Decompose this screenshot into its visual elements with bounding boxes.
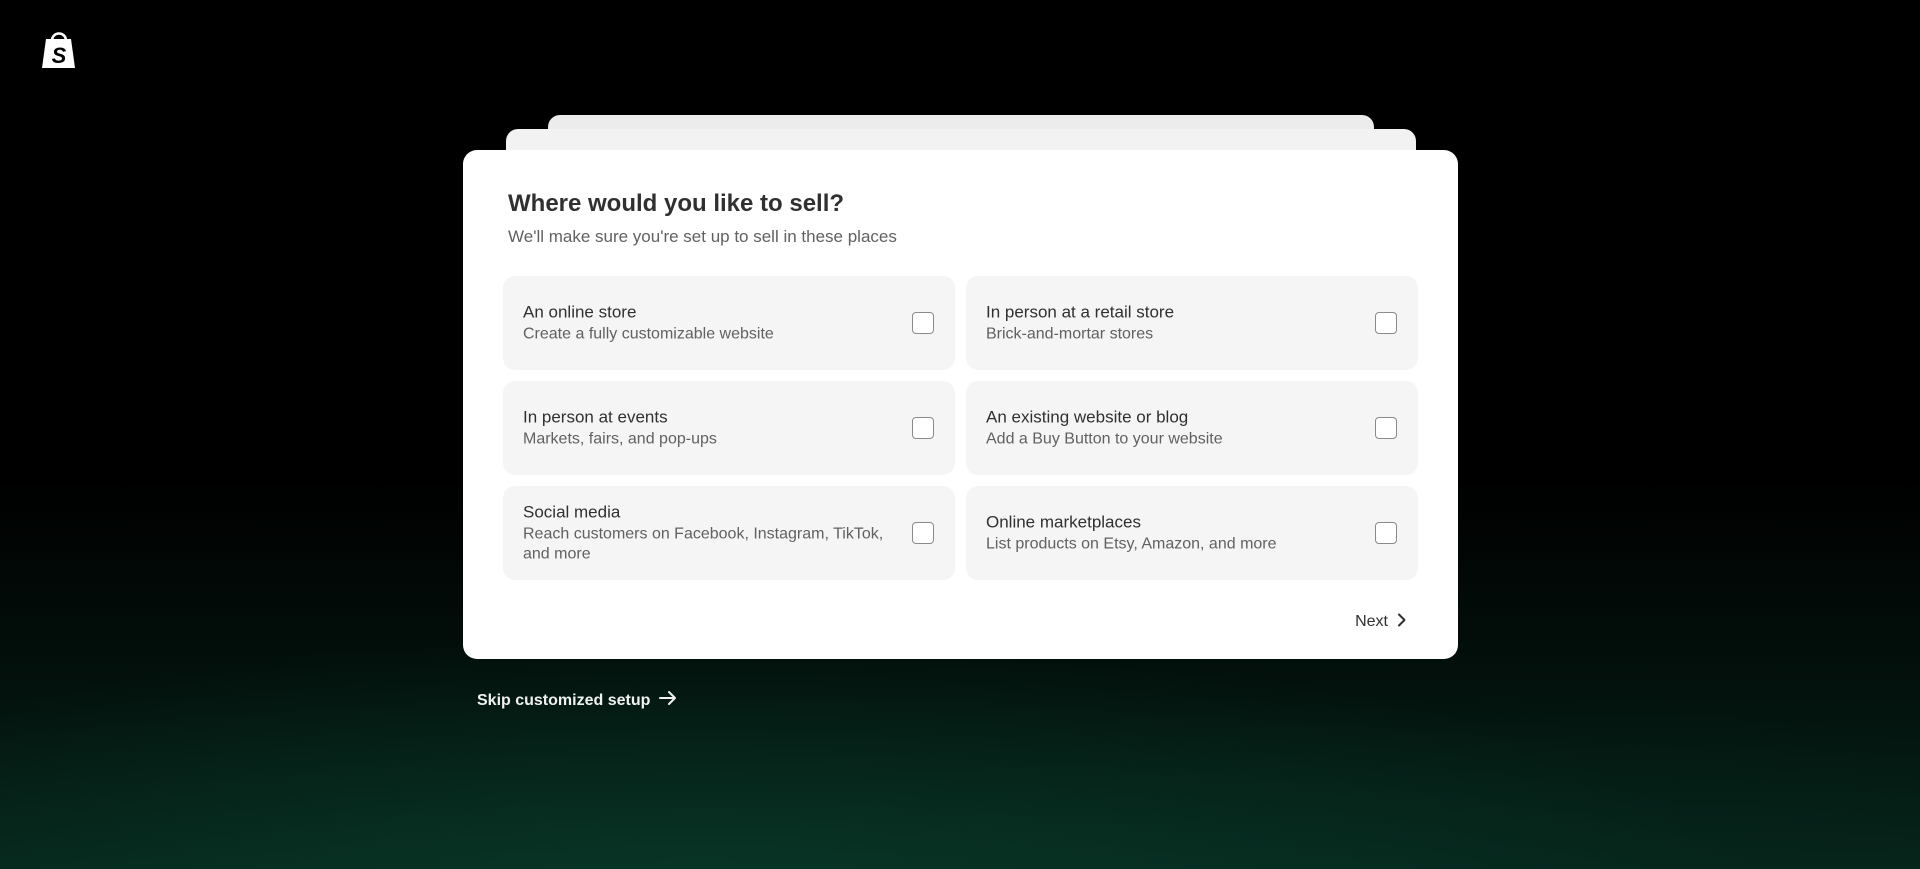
option-social-media[interactable]: Social media Reach customers on Facebook… xyxy=(503,486,955,580)
option-title: Social media xyxy=(523,502,621,522)
option-checkbox[interactable] xyxy=(1375,522,1397,544)
skip-setup-link[interactable]: Skip customized setup xyxy=(477,690,678,711)
chevron-right-icon xyxy=(1396,613,1408,632)
option-title: Online marketplaces xyxy=(986,512,1141,532)
page-subtitle: We'll make sure you're set up to sell in… xyxy=(508,227,897,246)
shopify-logo-icon: S xyxy=(40,28,78,70)
sell-channels-card: Where would you like to sell? We'll make… xyxy=(463,150,1458,659)
option-description: Reach customers on Facebook, Instagram, … xyxy=(523,525,884,563)
option-title: An online store xyxy=(523,302,637,322)
next-label: Next xyxy=(1355,613,1388,630)
option-checkbox[interactable] xyxy=(1375,312,1397,334)
option-online-store[interactable]: An online store Create a fully customiza… xyxy=(503,276,955,370)
option-checkbox[interactable] xyxy=(912,417,934,439)
option-description: Brick-and-mortar stores xyxy=(986,325,1154,343)
option-description: Create a fully customizable website xyxy=(523,325,774,343)
option-title: In person at a retail store xyxy=(986,302,1175,322)
option-checkbox[interactable] xyxy=(1375,417,1397,439)
arrow-right-icon xyxy=(658,690,678,711)
page-title: Where would you like to sell? xyxy=(508,190,845,217)
option-description: List products on Etsy, Amazon, and more xyxy=(986,535,1277,553)
skip-label: Skip customized setup xyxy=(477,691,651,709)
option-description: Markets, fairs, and pop-ups xyxy=(523,430,717,448)
option-title: An existing website or blog xyxy=(986,407,1189,427)
option-title: In person at events xyxy=(523,407,668,427)
option-events[interactable]: In person at events Markets, fairs, and … xyxy=(503,381,955,475)
option-checkbox[interactable] xyxy=(912,312,934,334)
next-button[interactable]: Next xyxy=(1355,610,1408,634)
svg-text:S: S xyxy=(52,43,67,68)
option-existing-website[interactable]: An existing website or blog Add a Buy Bu… xyxy=(966,381,1418,475)
option-online-marketplaces[interactable]: Online marketplaces List products on Ets… xyxy=(966,486,1418,580)
option-description: Add a Buy Button to your website xyxy=(986,430,1223,448)
option-checkbox[interactable] xyxy=(912,522,934,544)
option-retail-store[interactable]: In person at a retail store Brick-and-mo… xyxy=(966,276,1418,370)
